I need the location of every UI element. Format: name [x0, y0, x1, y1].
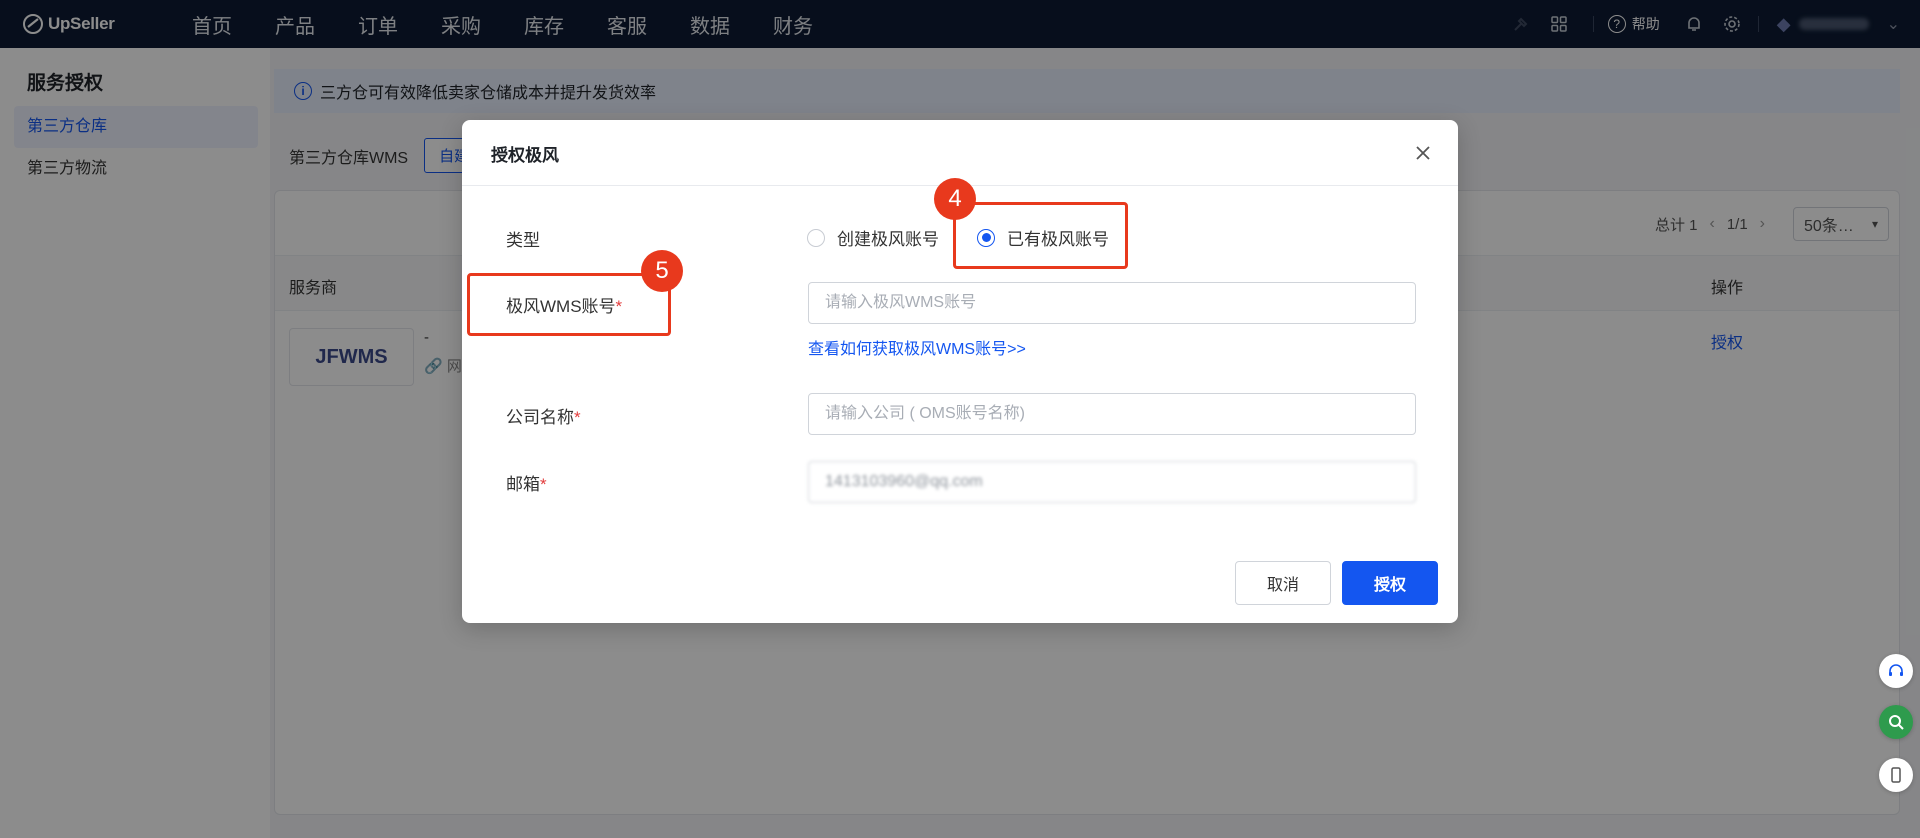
- company-label-text: 公司名称: [506, 408, 574, 427]
- phone-icon: [1891, 767, 1901, 783]
- search-float-button[interactable]: [1879, 705, 1913, 739]
- how-to-get-account-link[interactable]: 查看如何获取极风WMS账号>>: [808, 335, 1026, 359]
- search-icon: [1889, 715, 1904, 730]
- email-label: 邮箱*: [506, 470, 547, 495]
- headset-icon: [1889, 664, 1903, 676]
- close-icon[interactable]: [1412, 142, 1434, 164]
- email-input[interactable]: [808, 461, 1416, 503]
- annotation-highlight-existing-account: [953, 202, 1128, 269]
- type-label: 类型: [506, 231, 540, 250]
- annotation-highlight-account-field: [467, 273, 671, 336]
- company-name-input[interactable]: [808, 393, 1416, 435]
- annotation-step-badge-5: 5: [641, 250, 683, 292]
- cancel-button[interactable]: 取消: [1235, 561, 1331, 605]
- radio-button[interactable]: [807, 228, 825, 247]
- company-label: 公司名称*: [506, 403, 581, 428]
- mobile-app-button[interactable]: [1879, 758, 1913, 792]
- annotation-step-badge-4: 4: [934, 178, 976, 220]
- radio-label-create: 创建极风账号: [837, 230, 939, 249]
- required-mark: *: [574, 408, 581, 427]
- customer-support-button[interactable]: [1879, 654, 1913, 688]
- radio-create-account[interactable]: 创建极风账号: [807, 225, 939, 250]
- jifeng-wms-account-input[interactable]: [808, 282, 1416, 324]
- dialog-header: 授权极风: [462, 120, 1458, 186]
- required-mark: *: [540, 475, 547, 494]
- email-label-text: 邮箱: [506, 475, 540, 494]
- dialog-title: 授权极风: [491, 146, 559, 165]
- authorize-submit-button[interactable]: 授权: [1342, 561, 1438, 605]
